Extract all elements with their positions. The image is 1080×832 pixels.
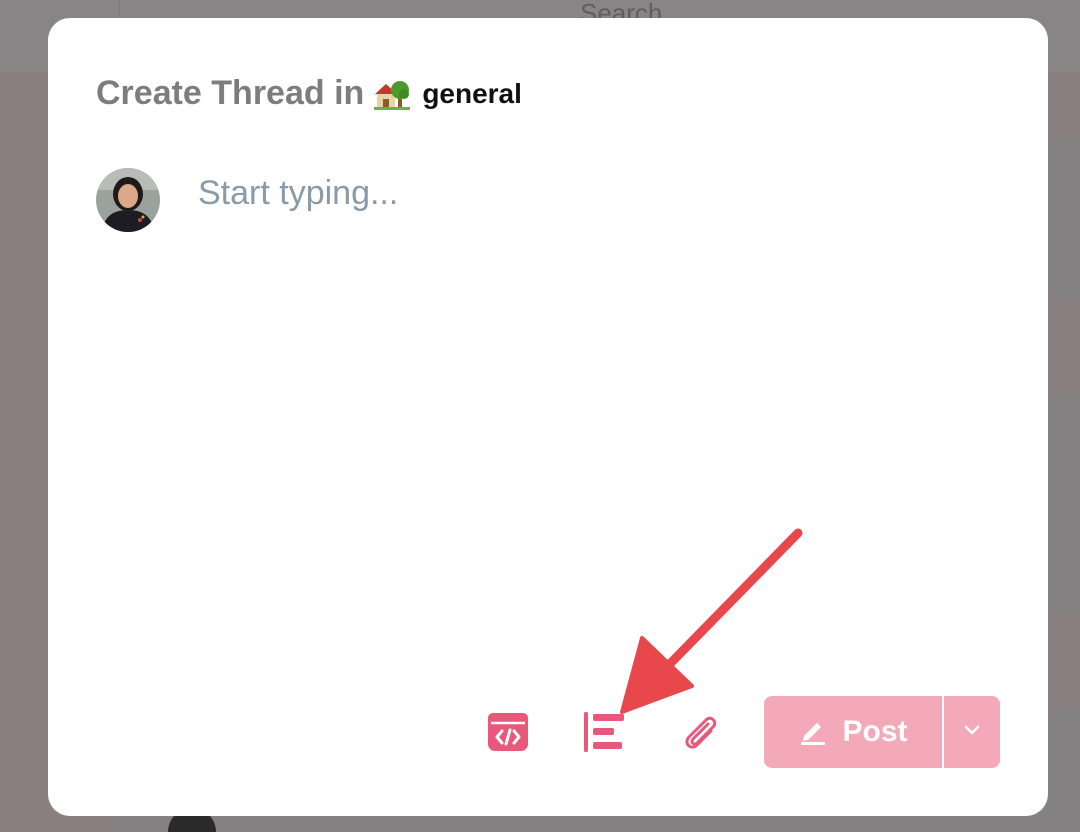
post-button[interactable]: Post <box>764 696 942 768</box>
pencil-icon <box>798 715 828 750</box>
channel-name: general <box>422 77 522 109</box>
modal-title-prefix: Create Thread in <box>96 74 365 112</box>
post-options-dropdown-button[interactable] <box>944 696 1000 768</box>
text-format-icon <box>582 711 626 758</box>
background-row-stripe <box>1048 72 1080 138</box>
house-with-tree-emoji-icon <box>374 76 411 112</box>
thread-composer-input[interactable] <box>198 174 978 654</box>
code-block-button[interactable] <box>484 710 532 758</box>
avatar <box>96 168 160 232</box>
post-button-label: Post <box>842 715 908 748</box>
attach-file-button[interactable] <box>676 710 724 758</box>
code-block-icon <box>487 712 529 757</box>
chevron-down-icon <box>963 723 981 741</box>
modal-title: Create Thread in general <box>96 74 522 113</box>
background-row-stripe <box>1048 298 1080 394</box>
create-thread-modal: Create Thread in general Start typing...… <box>48 18 1048 816</box>
background-row-stripe <box>1048 614 1080 710</box>
paperclip-icon <box>678 710 722 759</box>
text-format-button[interactable] <box>580 710 628 758</box>
